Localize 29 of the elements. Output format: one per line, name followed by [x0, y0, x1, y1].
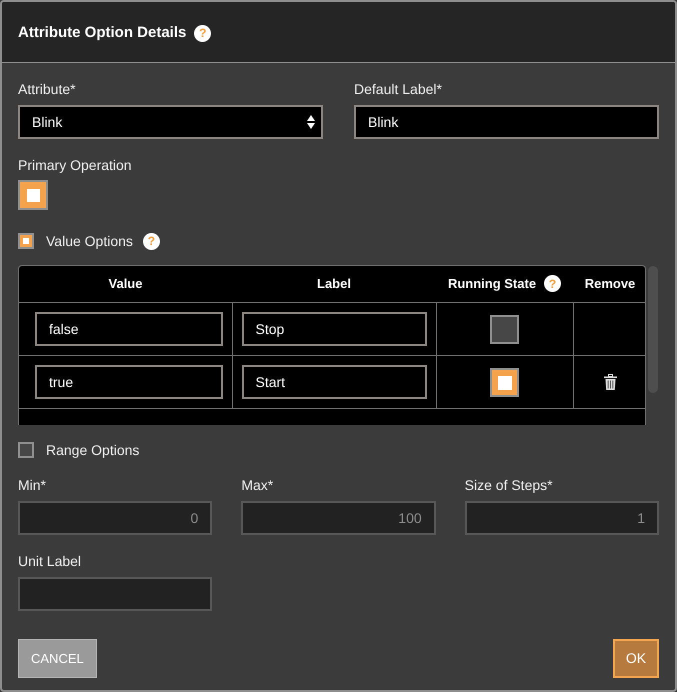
value-field[interactable]: false	[35, 312, 222, 346]
checkbox[interactable]	[18, 180, 48, 210]
checkbox-label: Range Options	[46, 441, 140, 459]
checkbox-label: Value Options	[46, 232, 133, 250]
default-label-field[interactable]: Blink	[354, 105, 659, 139]
column-header: Label	[317, 275, 351, 293]
field-label: Unit Label	[18, 552, 82, 570]
field-label: Default Label*	[354, 80, 443, 98]
checkbox[interactable]	[18, 233, 34, 249]
field-label: Primary Operation	[18, 156, 133, 174]
checkbox[interactable]	[490, 315, 519, 344]
field-label: Attribute*	[18, 80, 77, 98]
checkbox[interactable]	[18, 442, 34, 458]
field-label: Min*	[18, 476, 48, 494]
attribute-select[interactable]: Blink	[18, 105, 323, 139]
updown-caret-icon	[307, 115, 315, 129]
label-field[interactable]: Start	[242, 364, 426, 398]
confirm-button[interactable]: OK	[613, 639, 659, 678]
dialog-title: Attribute Option Details	[18, 23, 186, 43]
column-header: Value	[108, 275, 142, 293]
column-header: Running State	[448, 275, 536, 293]
value-field[interactable]: true	[35, 364, 222, 398]
checkbox[interactable]	[490, 368, 519, 397]
field-label: Max*	[241, 476, 274, 494]
trash-icon[interactable]	[604, 374, 617, 390]
label-field[interactable]: Stop	[242, 312, 426, 346]
cancel-button[interactable]: CANCEL	[18, 639, 97, 678]
column-header: Remove	[584, 275, 636, 293]
field-label: Size of Steps*	[464, 476, 554, 494]
